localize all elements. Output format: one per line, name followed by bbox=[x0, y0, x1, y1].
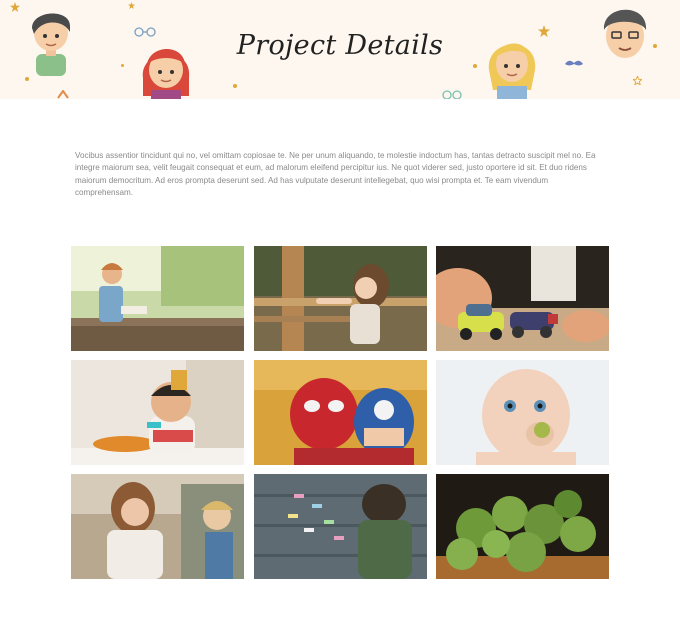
baby-chewing-photo bbox=[436, 360, 609, 465]
toy-cars-photo bbox=[436, 246, 609, 351]
gallery-item[interactable] bbox=[436, 246, 609, 351]
dot-icon bbox=[25, 77, 29, 81]
dot-icon bbox=[233, 84, 237, 88]
sparkle-icon bbox=[57, 90, 69, 99]
gallery-item[interactable] bbox=[254, 246, 427, 351]
star-icon bbox=[10, 2, 20, 12]
gallery-item[interactable] bbox=[254, 474, 427, 579]
mother-and-child-photo bbox=[71, 474, 244, 579]
gallery-item[interactable] bbox=[254, 360, 427, 465]
intro-paragraph: Vocibus assentior tincidunt qui no, vel … bbox=[75, 151, 596, 197]
gallery-item[interactable] bbox=[71, 474, 244, 579]
hero-banner: Project Details bbox=[0, 0, 680, 99]
girl-on-playground-photo bbox=[254, 246, 427, 351]
gallery-item[interactable] bbox=[71, 246, 244, 351]
dot-icon bbox=[473, 64, 477, 68]
star-icon bbox=[633, 76, 642, 85]
gallery-item[interactable] bbox=[436, 474, 609, 579]
child-with-chalk-photo bbox=[254, 474, 427, 579]
gallery-item[interactable] bbox=[436, 360, 609, 465]
boy-sitting-on-bench-photo bbox=[71, 246, 244, 351]
page-title: Project Details bbox=[236, 30, 444, 61]
dot-icon bbox=[121, 64, 124, 67]
gallery-item[interactable] bbox=[71, 360, 244, 465]
star-icon bbox=[128, 2, 135, 9]
photo-gallery bbox=[71, 246, 609, 580]
toddler-eating-photo bbox=[71, 360, 244, 465]
kids-superhero-masks-photo bbox=[254, 360, 427, 465]
brussels-sprouts-photo bbox=[436, 474, 609, 579]
glasses-icon bbox=[442, 90, 462, 99]
